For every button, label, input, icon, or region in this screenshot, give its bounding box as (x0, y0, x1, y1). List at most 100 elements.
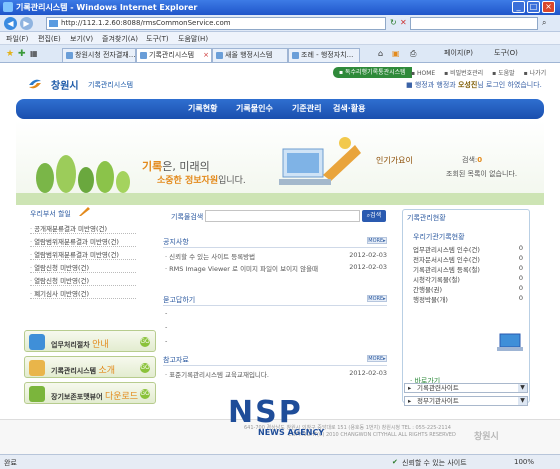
nav-records-status[interactable]: 기록현황 (188, 103, 217, 114)
status-row: 기록관리시스템 등록(철) 0 (413, 264, 523, 274)
reference-date: 2012-02-03 (349, 369, 387, 377)
divider (30, 285, 136, 286)
gov-sites-value: 정부기관사이트 (417, 397, 459, 405)
divider (163, 365, 387, 366)
page-content: 창원시 기록관리시스템 ▪ 독수리행기록통관시스템 ▪ HOME ▪ 비밀번호관… (0, 63, 560, 454)
minimize-button[interactable]: _ (512, 1, 525, 13)
tab-close-icon[interactable]: × (203, 49, 209, 62)
tree-illustration (96, 161, 114, 193)
divider (163, 247, 387, 248)
menu-edit[interactable]: 편집(E) (38, 34, 61, 44)
nav-search[interactable]: 검색·활용 (333, 103, 365, 114)
login-empty-message: 조회된 목록이 없습니다. (446, 170, 518, 178)
my-work-item[interactable]: 열람신청 미반영(건) (30, 275, 89, 285)
tab-ecm[interactable]: 창원시청 전자결재... (62, 48, 136, 62)
status-row: 행정박물(개) 0 (413, 294, 523, 304)
tools-menu[interactable]: 도구(O) (494, 48, 518, 58)
search-icon[interactable]: ⌕ (542, 18, 546, 28)
add-favorites-icon[interactable]: ✚ (18, 49, 26, 59)
menu-favorites[interactable]: 즐겨찾기(A) (102, 34, 138, 44)
status-row-value: 0 (518, 264, 523, 272)
menu-tools[interactable]: 도구(T) (146, 34, 169, 44)
reference-title[interactable]: 참고자료 (163, 355, 189, 365)
notice-more-button[interactable]: MORE▸ (367, 237, 387, 244)
divider (163, 305, 387, 306)
favorites-star-icon[interactable]: ★ (6, 49, 14, 59)
zoom-level[interactable]: 100% (514, 458, 534, 466)
button-text: 장기보존포맷뷰어 (51, 393, 105, 401)
page-icon (49, 20, 58, 27)
news-agency-watermark: NSP NEWS AGENCY (228, 395, 332, 437)
status-row-value: 0 (518, 254, 523, 262)
notice-item[interactable]: · RMS Image Viewer 로 이미지 파일이 보이지 않을때 (165, 263, 318, 273)
hero-subline-emphasis: 소중한 정보자원 (157, 176, 219, 186)
tab-saeol[interactable]: 새올 행정시스템 (212, 48, 288, 62)
notice-title[interactable]: 공지사항 (163, 237, 189, 247)
my-work-item[interactable]: 열람신청 미반영(건) (30, 262, 89, 272)
intro-icon (29, 360, 45, 376)
process-guide-button[interactable]: 업무처리절차 안내 GO (24, 330, 156, 352)
url-field[interactable]: http://112.1.2.60:8088/rmsCommonService.… (46, 17, 386, 30)
divider (30, 233, 136, 234)
home-link[interactable]: ▪ HOME (411, 70, 435, 77)
my-work-item[interactable]: 공개재분류결과 미반영(건) (30, 223, 107, 233)
menu-view[interactable]: 보기(V) (70, 34, 93, 44)
address-bar: ◀ ▶ http://112.1.2.60:8088/rmsCommonServ… (0, 15, 560, 32)
system-intro-button[interactable]: 기록관리시스템 소개 GO (24, 356, 156, 378)
records-search-input[interactable] (205, 210, 360, 222)
menu-bar: 파일(F) 편집(E) 보기(V) 즐겨찾기(A) 도구(T) 도움말(H) (0, 32, 560, 45)
menu-help[interactable]: 도움말(H) (178, 34, 208, 44)
site-logo-text[interactable]: 창원시 (51, 77, 79, 92)
tab-ordinance[interactable]: 조례 - 행정자치... (288, 48, 360, 62)
forward-button[interactable]: ▶ (20, 17, 33, 30)
qna-title[interactable]: 묻고답하기 (163, 295, 195, 305)
help-link[interactable]: ▪ 도움말 (492, 70, 515, 77)
my-work-item[interactable]: 폐기심사 미반영(건) (30, 288, 89, 298)
nav-standards[interactable]: 기준관리 (292, 103, 321, 114)
nav-records-intake[interactable]: 기록물인수 (236, 103, 273, 114)
maximize-button[interactable]: □ (527, 1, 540, 13)
trusted-zone-icon: ✔ (392, 458, 398, 466)
menu-file[interactable]: 파일(F) (6, 34, 28, 44)
tab-records-system[interactable]: 기록관리시스템 × (136, 48, 212, 62)
button-text: 기록관리시스템 (51, 367, 99, 375)
page-menu[interactable]: 페이지(P) (444, 48, 473, 58)
tab-label: 조례 - 행정자치... (301, 51, 354, 59)
reference-more-button[interactable]: MORE▸ (367, 355, 387, 362)
status-row: 시청각기록물(철) 0 (413, 274, 523, 284)
records-search-button[interactable]: ⌕검색 (362, 210, 386, 222)
notice-section: 공지사항 MORE▸ · 신뢰할 수 있는 사이트 등록방법 2012-02-0… (163, 237, 387, 277)
home-icon[interactable]: ⌂ (378, 49, 383, 58)
my-work-item[interactable]: 열람범위재분류결과 미반영(건) (30, 249, 119, 259)
pencil-icon (79, 207, 90, 216)
stop-icon[interactable]: ✕ (400, 18, 407, 27)
back-button[interactable]: ◀ (4, 17, 17, 30)
records-sites-select[interactable]: ▸ 기록관련사이트 ▼ (404, 383, 528, 393)
refresh-icon[interactable]: ↻ (390, 18, 397, 27)
divider (30, 259, 136, 260)
reference-item[interactable]: · 표준기록관리시스템 교육교재입니다. (165, 369, 269, 379)
password-link[interactable]: ▪ 비밀번호관리 (444, 70, 483, 77)
my-work-item[interactable]: 열람범위재분류결과 미반영(건) (30, 236, 119, 246)
status-row: 업무관리시스템 인수(건) 0 (413, 244, 523, 254)
url-text: http://112.1.2.60:8088/rmsCommonService.… (61, 19, 231, 27)
guide-icon (29, 334, 45, 350)
logout-link[interactable]: ▪ 나가기 (524, 70, 547, 77)
feeds-icon[interactable]: ▣ (392, 49, 400, 58)
search-input[interactable] (410, 17, 538, 30)
close-button[interactable]: × (542, 1, 555, 13)
notice-item[interactable]: · 신뢰할 수 있는 사이트 등록방법 (165, 251, 255, 261)
records-status-subtitle: 우리기관기록현황 (413, 233, 465, 241)
tree-illustration (116, 171, 130, 193)
gov-sites-select[interactable]: ▸ 정부기관사이트 ▼ (404, 396, 528, 406)
notice-date: 2012-02-03 (349, 263, 387, 271)
print-icon[interactable]: ⎙ (410, 49, 416, 59)
qna-more-button[interactable]: MORE▸ (367, 295, 387, 302)
status-bar: 완료 ✔ 신뢰할 수 있는 사이트 100% (0, 454, 560, 469)
security-zone[interactable]: 신뢰할 수 있는 사이트 (402, 458, 467, 468)
tab-list-icon[interactable]: ▦ (30, 49, 38, 58)
watermark-text: NEWS AGENCY (258, 428, 325, 437)
viewer-download-button[interactable]: 장기보존포맷뷰어 다운로드 GO (24, 382, 156, 404)
status-row-label: 전자문서시스템 인수(건) (413, 256, 480, 264)
tree-illustration (56, 155, 76, 193)
